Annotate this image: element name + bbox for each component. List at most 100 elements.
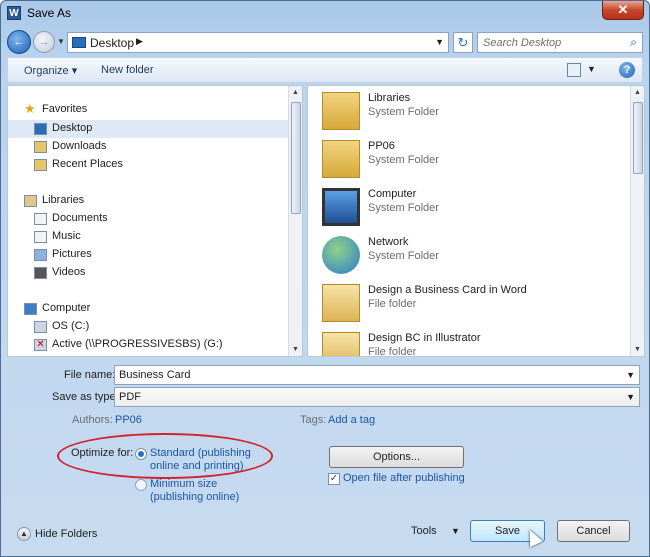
nav-label: Documents — [52, 212, 108, 224]
title-bar: W Save As ✕ — [1, 1, 649, 25]
optimize-minimum-label[interactable]: Minimum size (publishing online) — [150, 478, 239, 504]
address-location[interactable]: Desktop — [90, 36, 134, 50]
back-button[interactable]: ← — [7, 30, 31, 54]
file-type: File folder — [368, 346, 417, 357]
nav-videos[interactable]: Videos — [8, 264, 290, 282]
file-item[interactable]: Design BC in Illustrator File folder — [308, 326, 630, 357]
authors-label: Authors: — [72, 414, 113, 426]
file-item[interactable]: Network System Folder — [308, 230, 630, 278]
folder-icon — [322, 332, 360, 356]
nav-label: Desktop — [52, 122, 93, 134]
file-pane-scrollbar[interactable]: ▲ ▼ — [630, 86, 644, 356]
desktop-folder-icon — [72, 37, 86, 48]
file-list-pane: Libraries System Folder PP06 System Fold… — [307, 85, 645, 357]
scroll-up-icon[interactable]: ▲ — [292, 89, 299, 96]
nav-label: Favorites — [42, 103, 88, 115]
tools-menu-button[interactable]: Tools — [411, 525, 437, 537]
file-name: Libraries — [368, 92, 411, 104]
music-icon — [34, 231, 47, 243]
navigation-bar: ← → ▼ Desktop ▶ ▼ ↻ Search Desktop ⌕ — [5, 29, 645, 55]
nav-label: Recent Places — [52, 158, 123, 170]
nav-label: Libraries — [42, 194, 85, 206]
forward-arrow-icon: → — [38, 36, 50, 48]
nav-downloads[interactable]: Downloads — [8, 138, 290, 156]
close-button[interactable]: ✕ — [602, 1, 644, 20]
open-after-publishing-checkbox[interactable]: ✓ — [328, 473, 340, 485]
nav-computer[interactable]: Computer — [8, 300, 290, 318]
organize-menu-button[interactable]: Organize ▾ — [24, 64, 77, 77]
folder-icon — [322, 284, 360, 322]
scroll-down-icon[interactable]: ▼ — [292, 346, 299, 353]
search-placeholder: Search Desktop — [483, 37, 562, 49]
downloads-icon — [34, 141, 47, 153]
command-toolbar: Organize ▾ New folder ▼ ? — [7, 57, 643, 83]
nav-pictures[interactable]: Pictures — [8, 246, 290, 264]
save-as-dialog: W Save As ✕ ← → ▼ Desktop ▶ ▼ ↻ Search D… — [0, 0, 650, 557]
nav-label: Pictures — [52, 248, 92, 260]
scroll-thumb[interactable] — [291, 102, 301, 214]
save-as-type-select[interactable]: PDF ▼ — [114, 387, 640, 407]
hide-folders-button[interactable]: Hide Folders — [35, 528, 97, 540]
file-item[interactable]: Computer System Folder — [308, 182, 630, 230]
nav-favorites[interactable]: ★ Favorites — [8, 101, 290, 119]
annotation-ellipse — [57, 433, 273, 479]
nav-libraries[interactable]: Libraries — [8, 192, 290, 210]
authors-value[interactable]: PP06 — [115, 414, 142, 426]
libraries-folder-icon — [322, 92, 360, 130]
address-bar[interactable]: Desktop ▶ ▼ — [67, 32, 449, 53]
documents-icon — [34, 213, 47, 225]
view-options-chevron-icon[interactable]: ▼ — [587, 64, 596, 74]
nav-pane-scrollbar[interactable]: ▲ ▼ — [288, 86, 302, 356]
nav-label: Active (\\PROGRESSIVESBS) (G:) — [52, 338, 223, 350]
cancel-button[interactable]: Cancel — [557, 520, 630, 542]
file-item[interactable]: PP06 System Folder — [308, 134, 630, 182]
word-app-icon: W — [7, 6, 21, 20]
search-icon[interactable]: ⌕ — [630, 35, 637, 50]
videos-icon — [34, 267, 47, 279]
optimize-minimum-line1: Minimum size — [150, 478, 218, 490]
file-item[interactable]: Design a Business Card in Word File fold… — [308, 278, 630, 326]
computer-icon — [24, 303, 37, 315]
save-as-type-dropdown-icon[interactable]: ▼ — [626, 392, 635, 402]
help-icon[interactable]: ? — [619, 62, 635, 78]
optimize-minimum-line2: (publishing online) — [150, 491, 240, 503]
change-view-icon[interactable] — [567, 63, 581, 77]
address-dropdown-icon[interactable]: ▼ — [435, 37, 444, 47]
scroll-down-icon[interactable]: ▼ — [634, 346, 641, 353]
refresh-button[interactable]: ↻ — [453, 32, 473, 53]
nav-drive-c[interactable]: OS (C:) — [8, 318, 290, 336]
nav-desktop[interactable]: Desktop — [8, 120, 290, 138]
file-item[interactable]: Libraries System Folder — [308, 86, 630, 134]
options-button[interactable]: Options... — [329, 446, 464, 468]
scroll-thumb[interactable] — [633, 102, 643, 174]
scroll-up-icon[interactable]: ▲ — [634, 89, 641, 96]
nav-documents[interactable]: Documents — [8, 210, 290, 228]
open-after-publishing-label[interactable]: Open file after publishing — [343, 472, 465, 485]
star-icon: ★ — [24, 101, 36, 116]
file-name-field[interactable]: Business Card ▼ — [114, 365, 640, 385]
nav-label: OS (C:) — [52, 320, 90, 332]
user-folder-icon — [322, 140, 360, 178]
libraries-icon — [24, 195, 37, 207]
tags-label: Tags: — [300, 414, 327, 426]
chevron-up-icon[interactable]: ▲ — [17, 527, 31, 541]
forward-button[interactable]: → — [33, 31, 55, 53]
tools-dropdown-icon[interactable]: ▼ — [451, 526, 460, 536]
nav-recent-places[interactable]: Recent Places — [8, 156, 290, 174]
nav-label: Downloads — [52, 140, 107, 152]
file-name-dropdown-icon[interactable]: ▼ — [626, 370, 635, 380]
file-name: Design BC in Illustrator — [368, 332, 481, 344]
breadcrumb-arrow-icon[interactable]: ▶ — [136, 36, 143, 47]
search-input[interactable]: Search Desktop ⌕ — [477, 32, 643, 53]
nav-music[interactable]: Music — [8, 228, 290, 246]
desktop-icon — [34, 123, 47, 135]
nav-drive-g[interactable]: ✕ Active (\\PROGRESSIVESBS) (G:) — [8, 336, 290, 354]
recent-locations-chevron-icon[interactable]: ▼ — [57, 37, 65, 46]
add-tag-link[interactable]: Add a tag — [328, 414, 375, 426]
new-folder-button[interactable]: New folder — [101, 64, 154, 76]
network-drive-icon: ✕ — [34, 339, 47, 351]
computer-icon — [322, 188, 360, 226]
file-name: Network — [368, 236, 409, 248]
optimize-minimum-radio[interactable] — [135, 479, 147, 491]
back-arrow-icon: ← — [13, 36, 25, 48]
